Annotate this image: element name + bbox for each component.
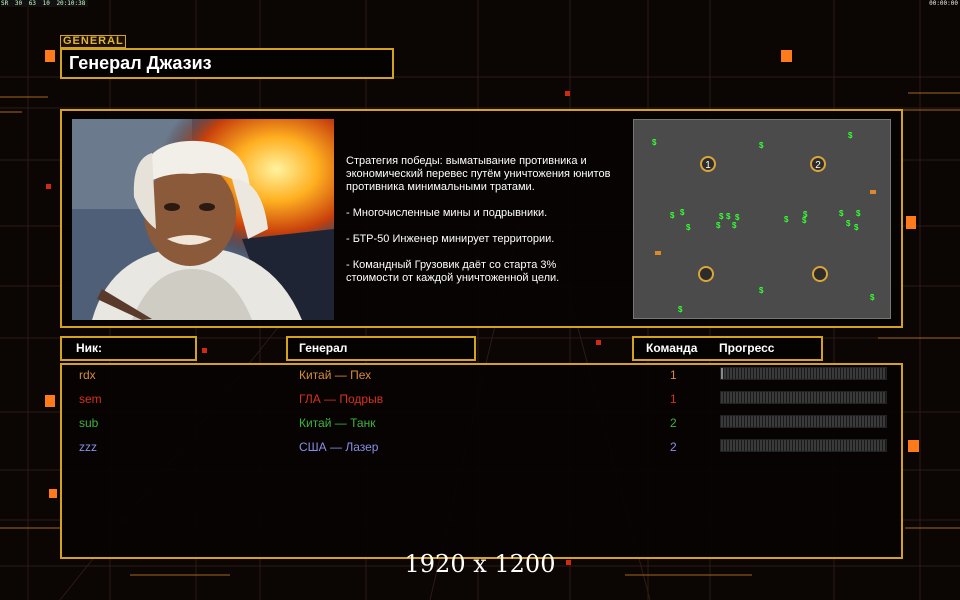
supply-cash-icon: $ [726,212,731,221]
player-team: 1 [670,368,677,382]
status-item: SR [1,0,9,7]
player-row[interactable]: zzz США — Лазер 2 [62,435,901,459]
player-progress-bar [720,367,887,380]
feature-text: - Многочисленные мины и подрывники. [346,207,548,219]
supply-cash-icon: $ [719,212,724,221]
column-header-nick: Ник: [60,336,197,361]
player-row[interactable]: sem ГЛА — Подрыв 1 [62,387,901,411]
player-row[interactable]: rdx Китай — Пех 1 [62,363,901,387]
player-general: ГЛА — Подрыв [299,392,384,406]
player-team: 2 [670,440,677,454]
player-progress-bar [720,439,887,452]
player-team: 2 [670,416,677,430]
column-header-progress: Прогресс [719,341,775,355]
supply-cash-icon: $ [856,209,861,218]
status-item: 10 [42,0,50,7]
player-list: rdx Китай — Пех 1 sem ГЛА — Подрыв 1 sub… [60,363,903,559]
resolution-label: 1920 x 1200 [404,550,556,578]
column-header-team-progress: Команда Прогресс [632,336,823,361]
supply-cash-icon: $ [652,138,657,147]
minimap[interactable]: 1 2 $ $ $ $ $ $ $ $ $ $ $ $ $ $ $ $ $ $ … [633,119,891,319]
player-nick: zzz [79,440,97,454]
supply-cash-icon: $ [848,131,853,140]
column-header-general: Генерал [286,336,476,361]
start-position-marker [698,266,714,282]
general-tag: GENERAL [60,35,126,48]
structure-marker [655,251,661,255]
strategy-text: Стратегия победы: выматывание противника… [346,155,611,193]
player-nick: sub [79,416,99,430]
status-bar: SR 30 63 10 20:10:38 [1,0,89,7]
start-position-marker [812,266,828,282]
supply-cash-icon: $ [732,221,737,230]
supply-cash-icon: $ [839,209,844,218]
structure-marker [870,190,876,194]
column-header-team: Команда [646,341,698,355]
status-item: 63 [28,0,36,7]
player-progress-bar [720,415,887,428]
feature-text: - Командный Грузовик даёт со старта 3% с… [346,259,560,284]
player-team: 1 [670,392,677,406]
player-nick: rdx [79,368,96,382]
supply-cash-icon: $ [670,211,675,220]
supply-cash-icon: $ [759,286,764,295]
status-clock: 20:10:38 [56,0,86,7]
player-general: США — Лазер [299,440,379,454]
player-progress-bar [720,391,887,404]
supply-cash-icon: $ [686,223,691,232]
feature-text: - БТР-50 Инженер минирует территории. [346,233,555,245]
start-position-label: 2 [815,160,821,171]
player-nick: sem [79,392,102,406]
player-general: Китай — Пех [299,368,372,382]
status-item: 30 [14,0,23,7]
game-timer: 00:00:00 [929,0,958,7]
general-portrait [72,119,334,320]
supply-cash-icon: $ [854,223,859,232]
supply-cash-icon: $ [846,219,851,228]
page-title: Генерал Джазиз [60,48,394,79]
supply-cash-icon: $ [678,305,683,314]
start-position-label: 1 [705,160,711,171]
supply-cash-icon: $ [870,293,875,302]
supply-cash-icon: $ [680,208,685,217]
supply-cash-icon: $ [802,216,807,225]
supply-cash-icon: $ [716,221,721,230]
progress-fill [721,368,723,379]
player-row[interactable]: sub Китай — Танк 2 [62,411,901,435]
supply-cash-icon: $ [784,215,789,224]
supply-cash-icon: $ [759,141,764,150]
general-description: Стратегия победы: выматывание противника… [346,155,630,298]
player-general: Китай — Танк [299,416,376,430]
